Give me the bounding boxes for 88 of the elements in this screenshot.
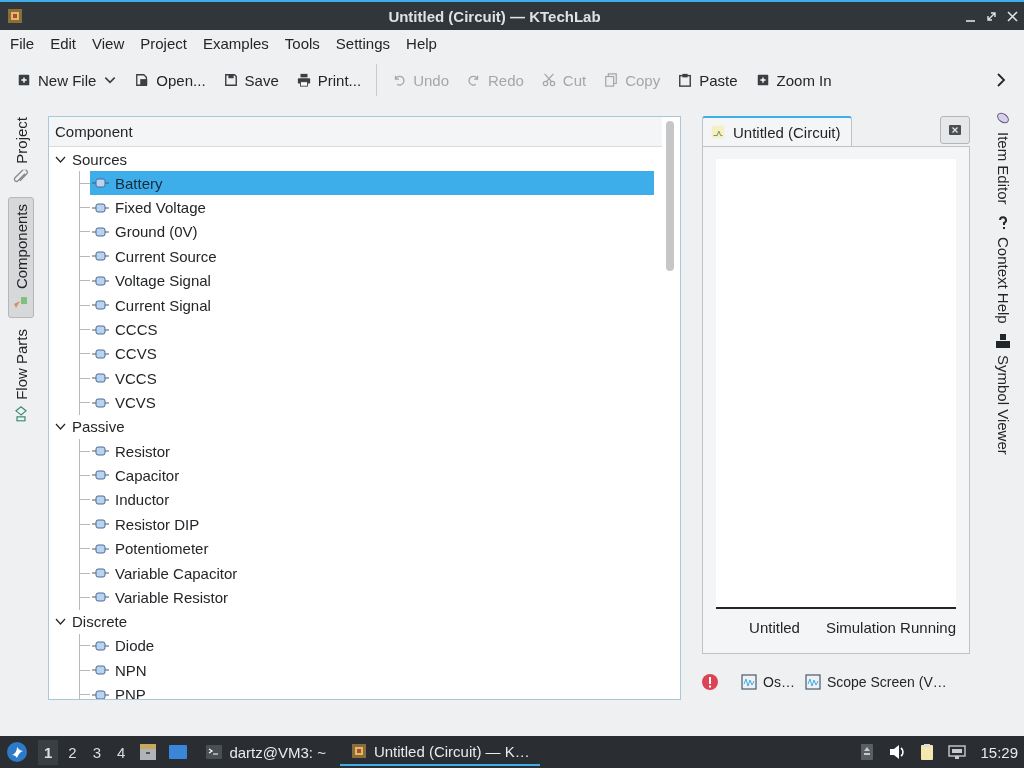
- component-icon: [92, 687, 109, 699]
- tree-category[interactable]: Discrete: [72, 613, 127, 631]
- tree-item[interactable]: Inductor: [90, 487, 654, 512]
- close-icon[interactable]: [1007, 10, 1018, 22]
- network-icon[interactable]: [948, 743, 967, 761]
- redo-icon: [467, 73, 481, 87]
- tree-item[interactable]: Fixed Voltage: [90, 195, 654, 220]
- workspace-button[interactable]: 2: [62, 739, 83, 765]
- taskbar-task[interactable]: Untitled (Circuit) — K…: [339, 738, 540, 766]
- tree-category[interactable]: Passive: [72, 418, 125, 436]
- menu-item[interactable]: Help: [398, 31, 445, 55]
- flowchart-icon: [13, 405, 29, 422]
- side-tab[interactable]: Flow Parts: [8, 321, 34, 429]
- copy-icon: [604, 73, 619, 87]
- save-icon: [223, 73, 238, 87]
- tree-item[interactable]: Battery: [90, 171, 654, 196]
- tree-item[interactable]: Resistor: [90, 439, 654, 464]
- toolbar-button[interactable]: New File: [8, 67, 127, 93]
- tree-item[interactable]: Variable Resistor: [90, 585, 654, 610]
- menu-item[interactable]: Tools: [276, 31, 328, 55]
- side-tab[interactable]: Components: [8, 196, 34, 318]
- close-tab-button[interactable]: [940, 116, 970, 144]
- toolbar-button[interactable]: Print...: [287, 67, 371, 93]
- volume-icon[interactable]: [888, 743, 907, 761]
- column-header: Component: [49, 117, 662, 147]
- status-text: Simulation Running: [825, 619, 956, 636]
- desktop-icon[interactable]: [168, 742, 189, 762]
- tree-item[interactable]: CCCS: [90, 317, 654, 342]
- oval-icon: [995, 110, 1011, 126]
- printer-icon: [296, 73, 311, 87]
- circuit-document-icon: [711, 125, 725, 139]
- error-icon[interactable]: [702, 674, 718, 690]
- new-file-icon: [17, 73, 31, 87]
- undo-icon: [392, 73, 407, 87]
- workspace-button[interactable]: 3: [86, 739, 108, 765]
- toolbar-button[interactable]: Zoom In: [746, 67, 841, 93]
- maximize-icon[interactable]: [986, 10, 997, 22]
- menu-item[interactable]: Project: [132, 31, 195, 55]
- toolbar-button[interactable]: Save: [214, 67, 288, 93]
- menu-item[interactable]: Edit: [42, 31, 85, 55]
- side-tab[interactable]: Context Help: [990, 214, 1016, 324]
- oscilloscope-icon: [804, 674, 821, 690]
- toolbar-button[interactable]: Paste: [669, 67, 747, 93]
- app-icon: [349, 742, 368, 760]
- zoom-in-icon: [755, 73, 770, 87]
- side-tab[interactable]: Item Editor: [990, 110, 1016, 205]
- scissors-icon: [541, 73, 556, 87]
- menu-item[interactable]: Examples: [194, 31, 277, 55]
- toolbar-button[interactable]: Open...: [126, 67, 215, 93]
- tree-item[interactable]: VCCS: [90, 366, 654, 391]
- document-tab[interactable]: Untitled (Circuit): [702, 116, 852, 146]
- menu-item[interactable]: File: [2, 31, 43, 55]
- tree-item[interactable]: Current Signal: [90, 293, 654, 318]
- side-tab[interactable]: Symbol Viewer: [990, 333, 1016, 455]
- close-icon: [948, 124, 962, 136]
- app-icon: [6, 7, 24, 25]
- window-title: Untitled (Circuit) — KTechLab: [387, 7, 602, 25]
- side-tab[interactable]: Project: [8, 110, 34, 193]
- menu-item[interactable]: View: [84, 31, 133, 55]
- tree-item[interactable]: Variable Capacitor: [90, 561, 654, 586]
- blocks-icon: [995, 333, 1011, 350]
- clipboard-icon: [678, 73, 693, 87]
- tree-item[interactable]: Capacitor: [90, 463, 654, 488]
- tree-category[interactable]: Sources: [72, 150, 128, 168]
- scrollbar-thumb[interactable]: [666, 121, 674, 271]
- status-text: Untitled: [749, 619, 800, 636]
- document-icon: [135, 73, 150, 87]
- tree-item[interactable]: Diode: [90, 633, 654, 658]
- chevron-right-icon[interactable]: [994, 72, 1008, 88]
- workspace-button[interactable]: 4: [111, 739, 132, 765]
- terminal-icon: [205, 743, 224, 761]
- taskbar-task[interactable]: dartz@VM3: ~: [195, 738, 336, 766]
- start-menu-icon[interactable]: [6, 741, 28, 763]
- tree-item[interactable]: Current Source: [90, 244, 654, 269]
- oscilloscope-icon: [741, 674, 757, 690]
- workspace-button[interactable]: 1: [38, 739, 59, 765]
- tree-item[interactable]: VCVS: [90, 390, 654, 415]
- tree-item[interactable]: NPN: [90, 658, 654, 683]
- tree-item[interactable]: Potentiometer: [90, 536, 654, 561]
- tool-view-button[interactable]: Scope Screen (V…: [801, 672, 950, 692]
- file-cabinet-icon[interactable]: [138, 742, 159, 762]
- tree-item[interactable]: Ground (0V): [90, 219, 654, 244]
- tree-item[interactable]: Resistor DIP: [90, 512, 654, 537]
- menu-item[interactable]: Settings: [327, 31, 399, 55]
- tree-item[interactable]: CCVS: [90, 341, 654, 366]
- clock[interactable]: 15:29: [980, 743, 1018, 761]
- tree-item[interactable]: Voltage Signal: [90, 268, 654, 293]
- tool-view-button[interactable]: Os…: [738, 672, 798, 692]
